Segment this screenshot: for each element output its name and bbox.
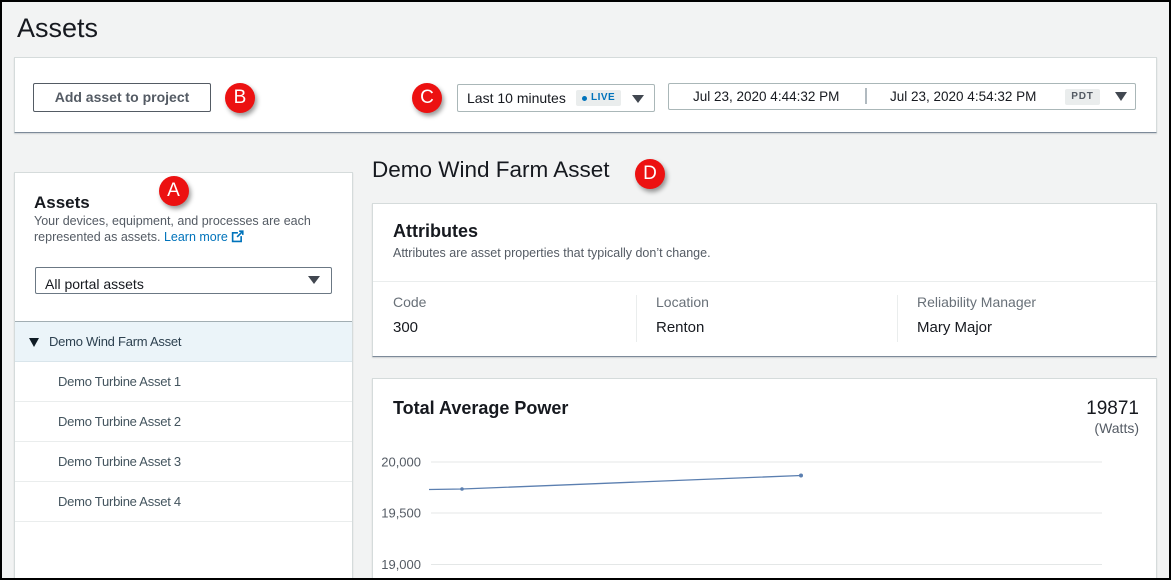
svg-text:19,500: 19,500 xyxy=(381,506,421,521)
svg-text:19,000: 19,000 xyxy=(381,557,421,572)
svg-text:20,000: 20,000 xyxy=(381,455,421,470)
